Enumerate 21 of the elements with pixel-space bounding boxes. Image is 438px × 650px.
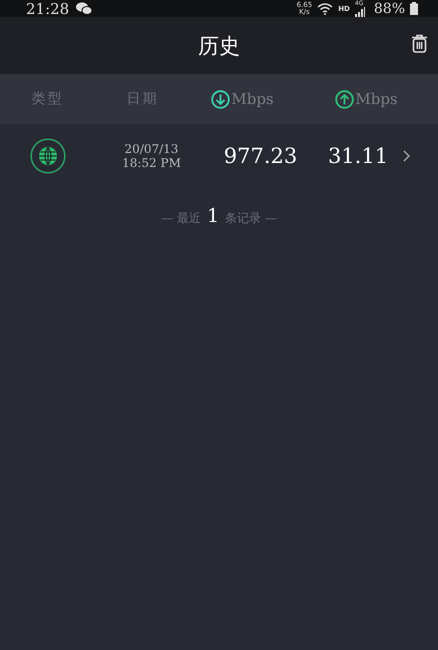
download-speed: 977.23: [224, 144, 298, 168]
column-header: 类型: [32, 90, 64, 108]
test-date: 20/07/13: [124, 142, 178, 156]
test-time: 18:52 PM: [122, 156, 181, 170]
record-count-suffix: 条记录 —: [225, 210, 277, 227]
wifi-icon: [317, 2, 334, 14]
column-header: Mbps: [355, 90, 398, 108]
battery-percent: 88%: [374, 0, 405, 16]
record-count-prefix: — 最近: [161, 210, 201, 227]
record-count: 1: [206, 205, 220, 227]
chevron-icon: [403, 150, 410, 162]
column-header: Mbps: [231, 90, 274, 108]
upload-speed: 31.11: [328, 144, 388, 168]
delete-icon[interactable]: [411, 34, 428, 53]
battery-icon: [410, 2, 418, 15]
page-title: 历史: [198, 32, 240, 60]
signal-icon: [354, 6, 365, 16]
globe-icon: [30, 138, 66, 174]
clock: 21:28: [26, 0, 70, 18]
history-row[interactable]: 20/07/13 18:52 PM 977.23 31.11: [0, 124, 438, 189]
column-header: 日期: [126, 90, 158, 108]
